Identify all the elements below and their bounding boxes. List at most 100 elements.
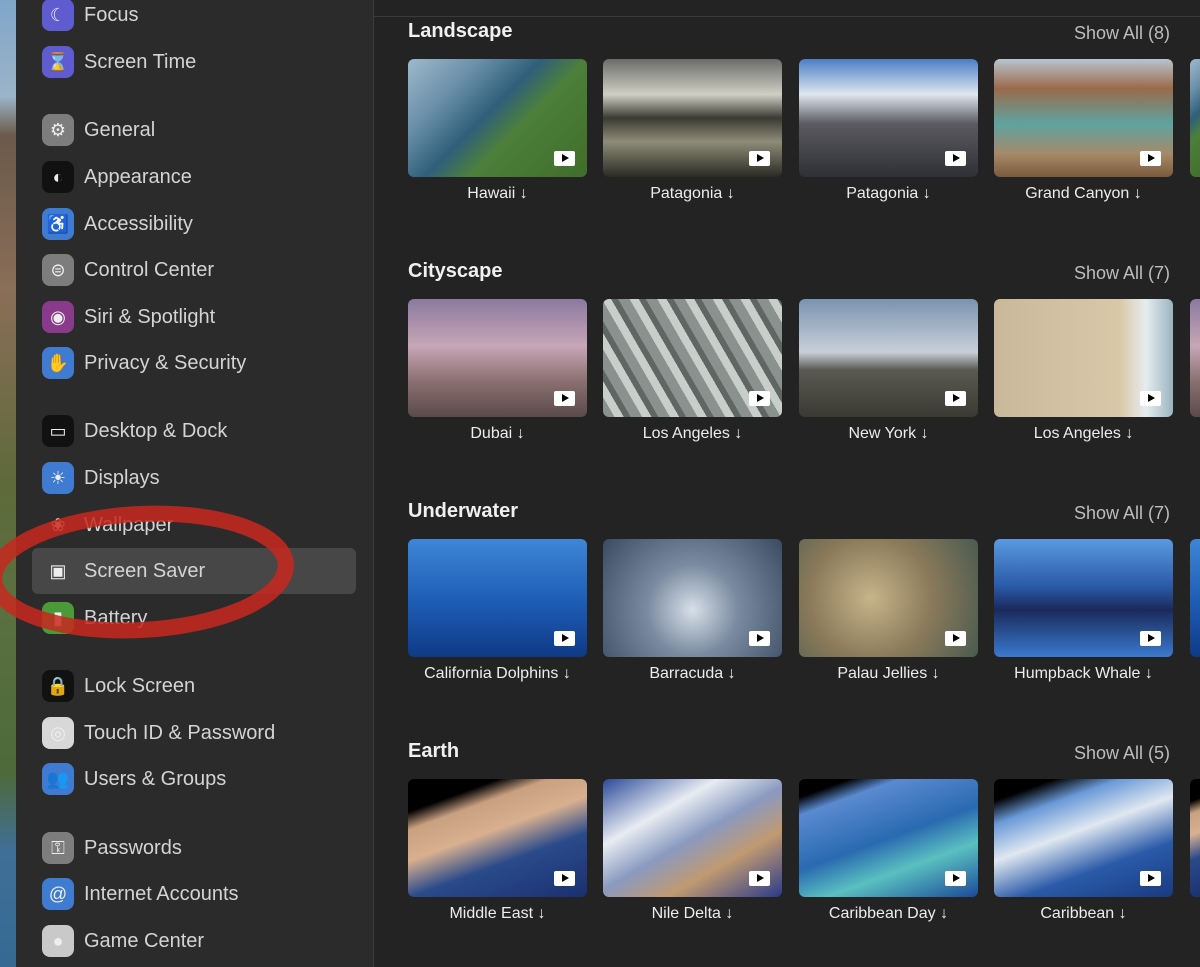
play-icon xyxy=(554,631,575,646)
sidebar-item-siri-spotlight[interactable]: ◉ Siri & Spotlight xyxy=(42,297,340,337)
show-all-button[interactable]: Show All (5) xyxy=(1074,743,1170,764)
battery-icon: ▮ xyxy=(42,602,74,634)
sidebar-item-screen-time[interactable]: ⌛ Screen Time xyxy=(42,42,340,82)
thumbnail-caption[interactable]: Middle East ↓ xyxy=(408,905,587,923)
screensaver-icon: ▣ xyxy=(49,560,67,581)
thumbnail-caption[interactable]: Caribbean ↓ xyxy=(994,905,1173,923)
screen-saver-thumbnail[interactable] xyxy=(799,299,978,417)
play-icon xyxy=(945,631,966,646)
sidebar-item-displays[interactable]: ☀ Displays xyxy=(42,458,340,498)
play-icon xyxy=(554,391,575,406)
users-icon: 👥 xyxy=(42,763,74,795)
play-icon xyxy=(1140,871,1161,886)
sidebar-item-label: Touch ID & Password xyxy=(84,721,276,744)
sidebar-item-game-center[interactable]: ● Game Center xyxy=(42,921,340,961)
moon-icon: ☾ xyxy=(42,0,74,31)
play-icon xyxy=(554,151,575,166)
screen-saver-thumbnail[interactable] xyxy=(603,59,782,177)
screen-saver-thumbnail[interactable] xyxy=(408,539,587,657)
thumbnail-caption[interactable]: New York ↓ xyxy=(799,425,978,443)
screen-saver-thumbnail[interactable] xyxy=(408,299,587,417)
screen-saver-thumbnail[interactable] xyxy=(799,539,978,657)
thumbnail-caption[interactable]: Nile Delta ↓ xyxy=(603,905,782,923)
sidebar-item-accessibility[interactable]: ♿ Accessibility xyxy=(42,204,340,244)
sidebar-item-label: Users & Groups xyxy=(84,767,227,790)
sidebar-item-desktop-dock[interactable]: ▭ Desktop & Dock xyxy=(42,411,340,451)
sidebar-item-label: Lock Screen xyxy=(84,674,196,697)
sidebar-item-label: Screen Time xyxy=(84,50,197,73)
sidebar-item-general[interactable]: ⚙ General xyxy=(42,110,340,150)
sidebar-item-label: Game Center xyxy=(84,929,205,952)
section-title: Landscape xyxy=(408,20,513,42)
show-all-button[interactable]: Show All (8) xyxy=(1074,23,1170,44)
next-thumbnail-partial[interactable] xyxy=(1190,299,1200,417)
thumbnail-caption[interactable]: California Dolphins ↓ xyxy=(408,665,587,683)
sidebar-item-control-center[interactable]: ⊜ Control Center xyxy=(42,250,340,290)
play-icon xyxy=(749,391,770,406)
play-icon xyxy=(749,871,770,886)
sidebar-item-focus[interactable]: ☾ Focus xyxy=(42,0,340,35)
siri-icon: ◉ xyxy=(42,301,74,333)
dock-icon: ▭ xyxy=(42,415,74,447)
sidebar-item-passwords[interactable]: ⚿ Passwords xyxy=(42,828,340,868)
play-icon xyxy=(1140,631,1161,646)
sidebar-item-wallpaper[interactable]: ❀ Wallpaper xyxy=(42,505,340,545)
sidebar-item-label: Internet Accounts xyxy=(84,882,239,905)
screen-saver-thumbnail[interactable] xyxy=(603,779,782,897)
sidebar-item-lock-screen[interactable]: 🔒 Lock Screen xyxy=(42,666,340,706)
thumbnail-caption[interactable]: Hawaii ↓ xyxy=(408,185,587,203)
sidebar-item-appearance[interactable]: ◐ Appearance xyxy=(42,157,340,197)
screen-saver-thumbnail[interactable] xyxy=(799,779,978,897)
thumbnail-caption[interactable]: Grand Canyon ↓ xyxy=(994,185,1173,203)
screen-saver-thumbnail[interactable] xyxy=(994,299,1173,417)
key-icon: ⚿ xyxy=(42,832,74,864)
desktop-background xyxy=(0,0,16,967)
sidebar-item-screen-saver[interactable]: ▣ Screen Saver xyxy=(32,548,356,594)
sidebar-item-battery[interactable]: ▮ Battery xyxy=(42,598,340,638)
thumbnail-caption[interactable]: Dubai ↓ xyxy=(408,425,587,443)
screen-saver-thumbnail[interactable] xyxy=(603,539,782,657)
thumbnail-caption[interactable]: Patagonia ↓ xyxy=(799,185,978,203)
sidebar-item-internet-accounts[interactable]: @ Internet Accounts xyxy=(42,874,340,914)
play-icon xyxy=(749,631,770,646)
show-all-button[interactable]: Show All (7) xyxy=(1074,503,1170,524)
thumbnail-caption[interactable]: Barracuda ↓ xyxy=(603,665,782,683)
sidebar-item-label: Passwords xyxy=(84,836,182,859)
divider xyxy=(374,16,1200,17)
next-thumbnail-partial[interactable] xyxy=(1190,59,1200,177)
sidebar-item-label: Battery xyxy=(84,606,148,629)
screen-saver-thumbnail[interactable] xyxy=(799,59,978,177)
hand-icon: ✋ xyxy=(42,347,74,379)
thumbnail-caption[interactable]: Caribbean Day ↓ xyxy=(799,905,978,923)
thumbnail-caption[interactable]: Patagonia ↓ xyxy=(603,185,782,203)
next-thumbnail-partial[interactable] xyxy=(1190,539,1200,657)
sidebar-item-privacy-security[interactable]: ✋ Privacy & Security xyxy=(42,343,340,383)
screen-saver-thumbnail[interactable] xyxy=(603,299,782,417)
sidebar-item-label: Displays xyxy=(84,466,160,489)
screen-saver-thumbnail[interactable] xyxy=(994,59,1173,177)
thumbnail-caption[interactable]: Humpback Whale ↓ xyxy=(994,665,1173,683)
screen-saver-gallery: Landscape Show All (8) Hawaii ↓ Patagonia ↓… xyxy=(374,0,1200,967)
sidebar-item-users-groups[interactable]: 👥 Users & Groups xyxy=(42,759,340,799)
sidebar-item-touch-id-password[interactable]: ◎ Touch ID & Password xyxy=(42,713,340,753)
screen-saver-thumbnail[interactable] xyxy=(408,59,587,177)
play-icon xyxy=(945,391,966,406)
lock-icon: 🔒 xyxy=(42,670,74,702)
play-icon xyxy=(554,871,575,886)
toggles-icon: ⊜ xyxy=(42,254,74,286)
thumbnail-caption[interactable]: Palau Jellies ↓ xyxy=(799,665,978,683)
sidebar-item-label: Accessibility xyxy=(84,212,193,235)
screen-saver-thumbnail[interactable] xyxy=(994,779,1173,897)
thumbnail-caption[interactable]: Los Angeles ↓ xyxy=(994,425,1173,443)
appearance-icon: ◐ xyxy=(42,161,74,193)
screen-saver-thumbnail[interactable] xyxy=(994,539,1173,657)
play-icon xyxy=(1140,151,1161,166)
screen-saver-thumbnail[interactable] xyxy=(408,779,587,897)
play-icon xyxy=(749,151,770,166)
play-icon xyxy=(1140,391,1161,406)
sidebar-item-label: Focus xyxy=(84,3,139,26)
sidebar-item-label: General xyxy=(84,118,156,141)
show-all-button[interactable]: Show All (7) xyxy=(1074,263,1170,284)
thumbnail-caption[interactable]: Los Angeles ↓ xyxy=(603,425,782,443)
next-thumbnail-partial[interactable] xyxy=(1190,779,1200,897)
